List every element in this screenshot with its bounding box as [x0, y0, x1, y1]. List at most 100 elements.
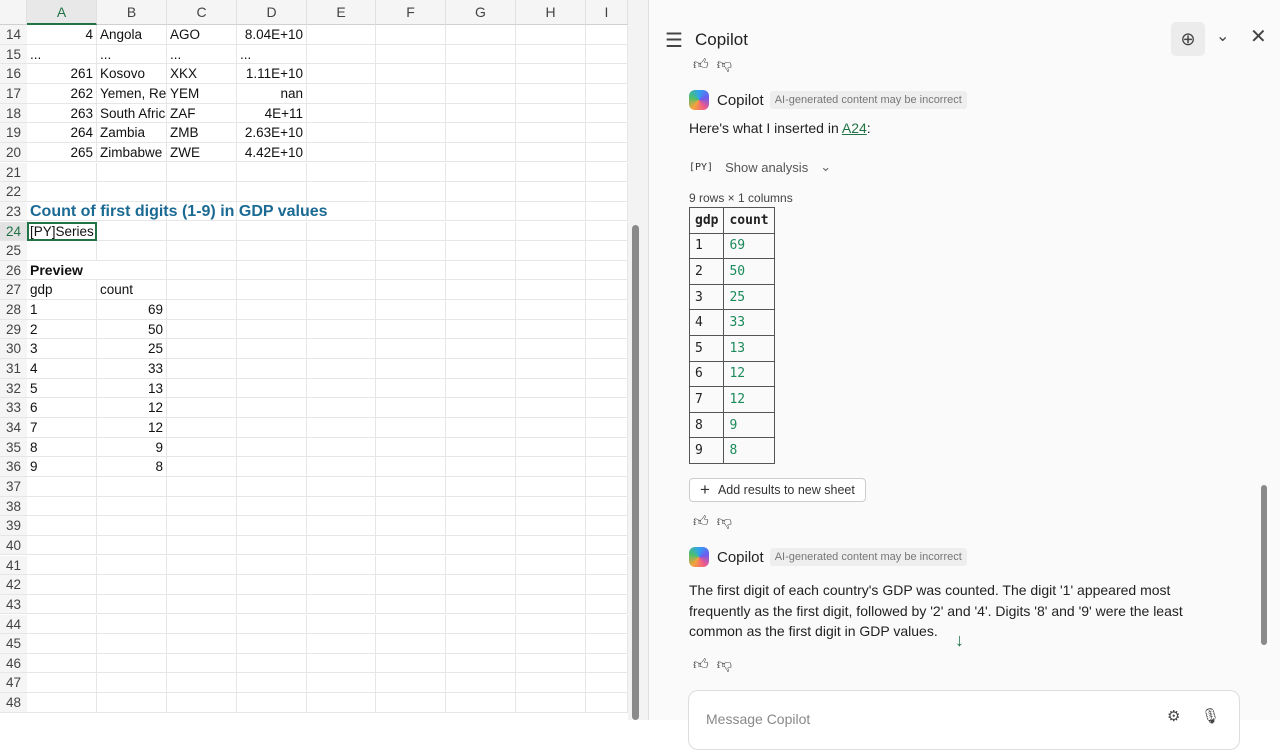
cell-I33[interactable]	[586, 398, 628, 418]
menu-icon[interactable]: ☰	[665, 28, 683, 53]
cell-I22[interactable]	[586, 182, 628, 202]
cell-B39[interactable]	[97, 516, 167, 536]
cell-B17[interactable]: Yemen, Rep	[97, 83, 167, 104]
cell-I19[interactable]	[586, 123, 628, 143]
cell-D15[interactable]: ...	[237, 44, 307, 65]
cell-B26[interactable]	[97, 260, 167, 281]
cell-C39[interactable]	[167, 516, 237, 536]
cell-D31[interactable]	[237, 359, 307, 379]
cell-B14[interactable]: Angola	[97, 25, 167, 45]
cell-H43[interactable]	[516, 594, 586, 615]
row-header[interactable]: 29	[0, 319, 27, 340]
spreadsheet-grid[interactable]: ABCDEFGHI 14 4 Angola AGO 8.04E+10 15........…	[0, 0, 628, 720]
cell-A46[interactable]	[27, 653, 97, 674]
cell-C45[interactable]	[167, 634, 237, 654]
cell-G48[interactable]	[446, 693, 516, 713]
cell-B36[interactable]: 8	[97, 457, 167, 477]
cell-A36[interactable]: 9	[27, 457, 97, 477]
cell-B15[interactable]: ...	[97, 44, 167, 65]
cell-I37[interactable]	[586, 476, 628, 497]
column-header-A[interactable]: A	[27, 0, 97, 25]
cell-A45[interactable]	[27, 634, 97, 654]
cell-D17[interactable]: nan	[237, 83, 307, 104]
cell-I23[interactable]	[586, 201, 628, 222]
cell-I43[interactable]	[586, 594, 628, 615]
cell-F41[interactable]	[376, 555, 446, 576]
scroll-down-arrow-icon[interactable]: ↓	[955, 630, 964, 651]
cell-G39[interactable]	[446, 516, 516, 536]
thumbs-up-icon[interactable]: 👍︎	[693, 513, 717, 530]
cell-I17[interactable]	[586, 83, 628, 104]
row-header[interactable]: 16	[0, 64, 27, 84]
cell-I32[interactable]	[586, 378, 628, 399]
cell-G15[interactable]	[446, 44, 516, 65]
add-results-button[interactable]: + Add results to new sheet	[689, 478, 866, 502]
cell-B30[interactable]: 25	[97, 339, 167, 359]
row-header[interactable]: 23	[0, 201, 27, 222]
cell-D46[interactable]	[237, 653, 307, 674]
cell-B46[interactable]	[97, 653, 167, 674]
cell-I34[interactable]	[586, 418, 628, 438]
cell-G33[interactable]	[446, 398, 516, 418]
cell-E33[interactable]	[307, 398, 376, 418]
row-header[interactable]: 35	[0, 437, 27, 458]
row-header[interactable]: 45	[0, 634, 27, 654]
cell-H27[interactable]	[516, 280, 586, 301]
cell-B18[interactable]: South Africa	[97, 103, 167, 124]
cell-I38[interactable]	[586, 496, 628, 517]
cell-F18[interactable]	[376, 103, 446, 124]
cell-H35[interactable]	[516, 437, 586, 458]
cell-B33[interactable]: 12	[97, 398, 167, 418]
cell-E37[interactable]	[307, 476, 376, 497]
sheet-scrollbar[interactable]	[632, 225, 639, 720]
row-header[interactable]: 36	[0, 457, 27, 477]
cell-I35[interactable]	[586, 437, 628, 458]
cell-I20[interactable]	[586, 142, 628, 163]
cell-F25[interactable]	[376, 241, 446, 261]
cell-B32[interactable]: 13	[97, 378, 167, 399]
row-header[interactable]: 32	[0, 378, 27, 399]
cell-E15[interactable]	[307, 44, 376, 65]
cell-A14[interactable]: 4	[27, 25, 97, 45]
row-header[interactable]: 22	[0, 182, 27, 202]
cell-D27[interactable]	[237, 280, 307, 301]
cell-B44[interactable]	[97, 614, 167, 635]
cell-D22[interactable]	[237, 182, 307, 202]
row-header[interactable]: 46	[0, 653, 27, 674]
cell-A43[interactable]	[27, 594, 97, 615]
cell-A41[interactable]	[27, 555, 97, 576]
cell-H16[interactable]	[516, 64, 586, 84]
cell-B34[interactable]: 12	[97, 418, 167, 438]
cell-A19[interactable]: 264	[27, 123, 97, 143]
cell-I27[interactable]	[586, 280, 628, 301]
cell-I44[interactable]	[586, 614, 628, 635]
cell-C36[interactable]	[167, 457, 237, 477]
cell-F43[interactable]	[376, 594, 446, 615]
cell-F24[interactable]	[376, 221, 446, 242]
column-header-D[interactable]: D	[237, 0, 307, 25]
cell-H26[interactable]	[516, 260, 586, 281]
column-header-I[interactable]: I	[586, 0, 628, 25]
cell-E41[interactable]	[307, 555, 376, 576]
row-header[interactable]: 19	[0, 123, 27, 143]
cell-E16[interactable]	[307, 64, 376, 84]
cell-B47[interactable]	[97, 673, 167, 694]
cell-A35[interactable]: 8	[27, 437, 97, 458]
cell-H21[interactable]	[516, 162, 586, 183]
cell-H14[interactable]	[516, 25, 586, 45]
cell-G37[interactable]	[446, 476, 516, 497]
cell-H33[interactable]	[516, 398, 586, 418]
cell-F39[interactable]	[376, 516, 446, 536]
row-header[interactable]: 28	[0, 300, 27, 320]
cell-C40[interactable]	[167, 535, 237, 556]
cell-H34[interactable]	[516, 418, 586, 438]
cell-F14[interactable]	[376, 25, 446, 45]
cell-E29[interactable]	[307, 319, 376, 340]
cell-D29[interactable]	[237, 319, 307, 340]
cell-D30[interactable]	[237, 339, 307, 359]
cell-B16[interactable]: Kosovo	[97, 64, 167, 84]
cell-C44[interactable]	[167, 614, 237, 635]
cell-E30[interactable]	[307, 339, 376, 359]
row-header[interactable]: 34	[0, 418, 27, 438]
cell-F29[interactable]	[376, 319, 446, 340]
